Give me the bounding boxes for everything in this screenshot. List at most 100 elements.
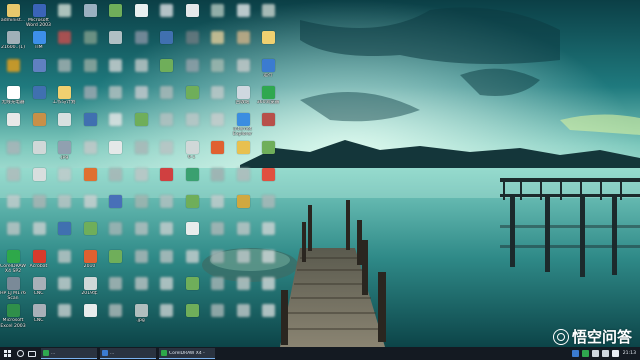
app-icon	[211, 304, 224, 318]
app-icon	[7, 222, 20, 236]
desktop-icon-label: .jpg	[59, 154, 69, 160]
desktop-icon[interactable]	[79, 302, 101, 340]
app-icon	[236, 31, 250, 45]
app-icon	[211, 277, 224, 290]
desktop-icon[interactable]	[181, 302, 203, 340]
app-icon	[160, 167, 173, 181]
app-icon	[236, 167, 250, 181]
start-button[interactable]	[0, 347, 14, 360]
app-icon	[236, 195, 250, 209]
desktop-icon[interactable]	[155, 302, 177, 340]
app-icon	[83, 4, 97, 17]
file-icon	[58, 4, 71, 17]
app-icon	[236, 140, 250, 154]
network-icon[interactable]	[591, 350, 599, 357]
app-icon	[262, 140, 275, 154]
app-icon	[83, 85, 97, 99]
app-icon	[83, 249, 97, 263]
app-icon	[160, 58, 173, 72]
task-app-icon	[43, 350, 49, 356]
app-icon	[32, 85, 46, 99]
taskbar-task[interactable]: ...	[100, 348, 156, 359]
app-icon	[7, 85, 20, 99]
desktop-icon[interactable]	[53, 302, 75, 340]
browser-icon	[262, 85, 275, 99]
app-icon	[109, 58, 122, 72]
app-icon	[185, 85, 199, 99]
app-icon	[109, 222, 122, 236]
desktop-icon[interactable]	[206, 302, 228, 340]
tray-app-icon[interactable]	[571, 350, 579, 357]
app-icon	[160, 222, 173, 236]
desktop-icon[interactable]: CNC	[28, 302, 50, 340]
desktop-icon-label: CNC	[33, 291, 44, 296]
recycle-bin-icon	[236, 85, 250, 99]
input-method-icon[interactable]	[611, 350, 619, 357]
desktop-icon-grid: administ... Microsoft Word 2003 21600..(1)…	[0, 0, 640, 347]
coreldraw-icon	[7, 249, 20, 263]
app-icon	[7, 113, 20, 127]
desktop-icon-label: 360浏览器	[256, 99, 280, 105]
app-icon	[109, 85, 122, 99]
app-icon	[211, 249, 224, 263]
desktop-icon-label: 6-1	[187, 154, 196, 160]
app-icon	[185, 195, 199, 209]
taskbar-task[interactable]: CorelDRAW X4 -	[159, 348, 215, 359]
app-icon	[109, 113, 122, 127]
folder-icon	[58, 85, 71, 99]
app-icon	[134, 85, 148, 99]
taskbar: ... ... CorelDRAW X4 - 21:13	[0, 347, 640, 360]
excel-icon	[7, 304, 20, 318]
app-icon	[211, 222, 224, 236]
file-icon	[185, 4, 199, 17]
taskbar-task[interactable]: ...	[41, 348, 97, 359]
app-icon	[185, 58, 199, 72]
volume-icon[interactable]	[601, 350, 609, 357]
word-icon	[32, 4, 46, 17]
app-icon	[211, 85, 224, 99]
app-icon	[32, 140, 46, 154]
desktop-icon[interactable]	[257, 302, 279, 340]
app-icon	[109, 195, 122, 209]
app-icon	[83, 195, 97, 209]
app-icon	[262, 277, 275, 290]
clock[interactable]: 21:13	[623, 351, 636, 356]
task-label: ...	[110, 350, 115, 356]
app-icon	[83, 113, 97, 127]
desktop-icon-label: Microsoft Word 2003	[26, 18, 51, 29]
app-icon	[160, 195, 173, 209]
app-icon	[211, 58, 224, 72]
user-folder-icon	[7, 4, 20, 17]
app-icon	[83, 167, 97, 181]
app-icon	[109, 140, 122, 154]
app-icon	[109, 249, 122, 263]
app-icon	[58, 31, 71, 45]
search-icon[interactable]	[14, 347, 26, 360]
app-icon	[32, 222, 46, 236]
file-icon	[262, 4, 275, 17]
acrobat-icon	[32, 249, 46, 263]
app-icon	[160, 140, 173, 154]
app-icon	[7, 140, 20, 154]
tray-app-icon[interactable]	[581, 350, 589, 357]
app-icon	[83, 304, 97, 318]
desktop-icon[interactable]	[232, 302, 254, 340]
app-icon	[7, 195, 20, 209]
image-icon	[7, 31, 20, 45]
desktop-icon-label: Internet Explorer	[232, 127, 253, 138]
app-icon	[32, 167, 46, 181]
app-icon	[236, 222, 250, 236]
app-icon	[262, 304, 275, 318]
app-icon	[160, 113, 173, 127]
task-app-icon	[161, 350, 167, 356]
app-icon	[262, 249, 275, 263]
desktop-icon[interactable]	[104, 302, 126, 340]
app-icon	[58, 304, 71, 318]
app-icon	[109, 31, 122, 45]
desktop-icon[interactable]: Microsoft Excel 2003	[0, 302, 26, 340]
task-view-icon[interactable]	[26, 347, 38, 360]
app-icon	[58, 195, 71, 209]
app-icon	[32, 277, 46, 290]
desktop-icon-label: TIM	[34, 45, 43, 51]
desktop-icon[interactable]: .jpg	[130, 302, 152, 340]
